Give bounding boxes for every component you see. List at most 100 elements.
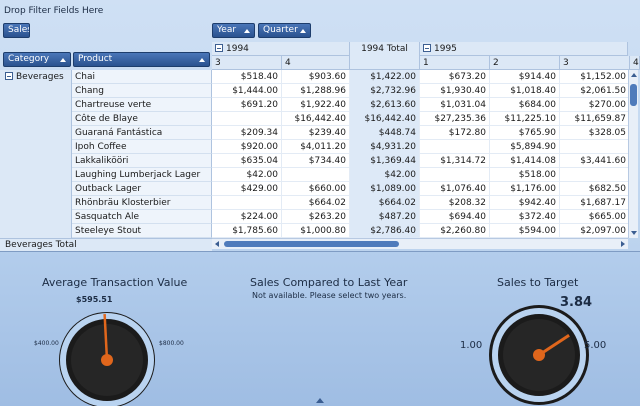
row-header-product[interactable]: Rhönbräu Klosterbier bbox=[72, 196, 212, 210]
data-cell[interactable] bbox=[420, 168, 490, 182]
row-header-product[interactable]: Ipoh Coffee bbox=[72, 140, 212, 154]
data-cell[interactable]: $1,152.00 bbox=[560, 70, 628, 84]
data-cell[interactable]: $11,225.10 bbox=[490, 112, 560, 126]
data-cell[interactable]: $1,031.04 bbox=[420, 98, 490, 112]
data-cell[interactable]: $665.00 bbox=[560, 210, 628, 224]
data-cell[interactable]: $429.00 bbox=[212, 182, 282, 196]
data-cell[interactable]: $2,097.00 bbox=[560, 224, 628, 238]
data-cell[interactable] bbox=[212, 112, 282, 126]
scroll-left-icon[interactable] bbox=[215, 241, 219, 247]
field-product-button[interactable]: Product bbox=[73, 52, 210, 67]
data-cell[interactable]: $16,442.40 bbox=[282, 112, 350, 126]
data-cell[interactable]: $263.20 bbox=[282, 210, 350, 224]
collapse-icon[interactable] bbox=[423, 44, 431, 52]
data-cell[interactable]: $11,659.87 bbox=[560, 112, 628, 126]
data-cell[interactable]: $594.00 bbox=[490, 224, 560, 238]
data-cell[interactable] bbox=[560, 140, 628, 154]
data-cell[interactable]: $3,441.60 bbox=[560, 154, 628, 168]
data-cell[interactable]: $942.40 bbox=[490, 196, 560, 210]
data-cell[interactable]: $239.40 bbox=[282, 126, 350, 140]
total-cell[interactable]: $487.20 bbox=[350, 210, 420, 224]
scroll-thumb[interactable] bbox=[630, 84, 637, 106]
data-cell[interactable]: $765.90 bbox=[490, 126, 560, 140]
row-header-product[interactable]: Côte de Blaye bbox=[72, 112, 212, 126]
collapse-icon[interactable] bbox=[5, 72, 13, 80]
data-cell[interactable] bbox=[560, 168, 628, 182]
row-header-product[interactable]: Chai bbox=[72, 70, 212, 84]
data-cell[interactable]: $208.32 bbox=[420, 196, 490, 210]
data-cell[interactable]: $270.00 bbox=[560, 98, 628, 112]
vertical-scrollbar[interactable] bbox=[628, 70, 638, 238]
data-cell[interactable]: $914.40 bbox=[490, 70, 560, 84]
field-quarter-button[interactable]: Quarter bbox=[258, 23, 311, 38]
scroll-down-icon[interactable] bbox=[631, 231, 637, 235]
data-cell[interactable]: $1,922.40 bbox=[282, 98, 350, 112]
row-header-product[interactable]: Sasquatch Ale bbox=[72, 210, 212, 224]
data-cell[interactable]: $1,314.72 bbox=[420, 154, 490, 168]
row-header-product[interactable]: Outback Lager bbox=[72, 182, 212, 196]
data-cell[interactable]: $664.02 bbox=[282, 196, 350, 210]
data-cell[interactable]: $372.40 bbox=[490, 210, 560, 224]
data-cell[interactable]: $2,061.50 bbox=[560, 84, 628, 98]
data-cell[interactable]: $1,687.17 bbox=[560, 196, 628, 210]
total-cell[interactable]: $664.02 bbox=[350, 196, 420, 210]
total-cell[interactable]: $1,422.00 bbox=[350, 70, 420, 84]
data-cell[interactable]: $1,288.96 bbox=[282, 84, 350, 98]
row-header-product[interactable]: Guaraná Fantástica bbox=[72, 126, 212, 140]
field-category-button[interactable]: Category bbox=[3, 52, 71, 67]
collapse-icon[interactable] bbox=[215, 44, 223, 52]
data-cell[interactable]: $682.50 bbox=[560, 182, 628, 196]
field-year-button[interactable]: Year bbox=[212, 23, 255, 38]
scroll-up-icon[interactable] bbox=[631, 73, 637, 77]
data-cell[interactable]: $1,000.80 bbox=[282, 224, 350, 238]
data-cell[interactable]: $1,785.60 bbox=[212, 224, 282, 238]
data-cell[interactable]: $1,018.40 bbox=[490, 84, 560, 98]
data-cell[interactable]: $518.00 bbox=[490, 168, 560, 182]
data-cell[interactable]: $673.20 bbox=[420, 70, 490, 84]
total-cell[interactable]: $448.74 bbox=[350, 126, 420, 140]
column-header-1995[interactable]: 1995 bbox=[420, 42, 628, 56]
data-cell[interactable]: $684.00 bbox=[490, 98, 560, 112]
data-cell[interactable]: $1,076.40 bbox=[420, 182, 490, 196]
data-cell[interactable]: $42.00 bbox=[212, 168, 282, 182]
total-cell[interactable]: $1,369.44 bbox=[350, 154, 420, 168]
scroll-right-icon[interactable] bbox=[621, 241, 625, 247]
data-cell[interactable]: $224.00 bbox=[212, 210, 282, 224]
column-header-1994[interactable]: 1994 bbox=[212, 42, 350, 56]
row-header-category[interactable]: Beverages bbox=[0, 70, 72, 238]
total-cell[interactable]: $1,089.00 bbox=[350, 182, 420, 196]
data-cell[interactable]: $1,444.00 bbox=[212, 84, 282, 98]
row-header-product[interactable]: Lakkalikööri bbox=[72, 154, 212, 168]
data-cell[interactable]: $1,176.00 bbox=[490, 182, 560, 196]
data-cell[interactable]: $328.05 bbox=[560, 126, 628, 140]
data-cell[interactable] bbox=[420, 140, 490, 154]
filter-drop-area[interactable]: Drop Filter Fields Here bbox=[4, 6, 103, 16]
scroll-thumb[interactable] bbox=[224, 241, 399, 247]
data-cell[interactable]: $4,011.20 bbox=[282, 140, 350, 154]
data-cell[interactable]: $635.04 bbox=[212, 154, 282, 168]
data-cell[interactable]: $518.40 bbox=[212, 70, 282, 84]
total-cell[interactable]: $2,786.40 bbox=[350, 224, 420, 238]
data-cell[interactable]: $920.00 bbox=[212, 140, 282, 154]
field-sales-button[interactable]: Sales bbox=[3, 23, 30, 38]
row-header-product[interactable]: Chang bbox=[72, 84, 212, 98]
data-cell[interactable]: $734.40 bbox=[282, 154, 350, 168]
total-cell[interactable]: $16,442.40 bbox=[350, 112, 420, 126]
data-cell[interactable]: $1,414.08 bbox=[490, 154, 560, 168]
data-cell[interactable]: $1,930.40 bbox=[420, 84, 490, 98]
total-cell[interactable]: $2,732.96 bbox=[350, 84, 420, 98]
data-cell[interactable] bbox=[212, 196, 282, 210]
data-cell[interactable]: $691.20 bbox=[212, 98, 282, 112]
total-cell[interactable]: $2,613.60 bbox=[350, 98, 420, 112]
row-header-product[interactable]: Laughing Lumberjack Lager bbox=[72, 168, 212, 182]
horizontal-scrollbar[interactable] bbox=[212, 238, 628, 249]
data-cell[interactable]: $660.00 bbox=[282, 182, 350, 196]
data-cell[interactable]: $2,260.80 bbox=[420, 224, 490, 238]
data-cell[interactable]: $5,894.90 bbox=[490, 140, 560, 154]
data-cell[interactable]: $209.34 bbox=[212, 126, 282, 140]
data-cell[interactable]: $903.60 bbox=[282, 70, 350, 84]
data-cell[interactable] bbox=[282, 168, 350, 182]
data-cell[interactable]: $694.40 bbox=[420, 210, 490, 224]
total-cell[interactable]: $42.00 bbox=[350, 168, 420, 182]
panel-splitter-icon[interactable] bbox=[316, 398, 324, 403]
